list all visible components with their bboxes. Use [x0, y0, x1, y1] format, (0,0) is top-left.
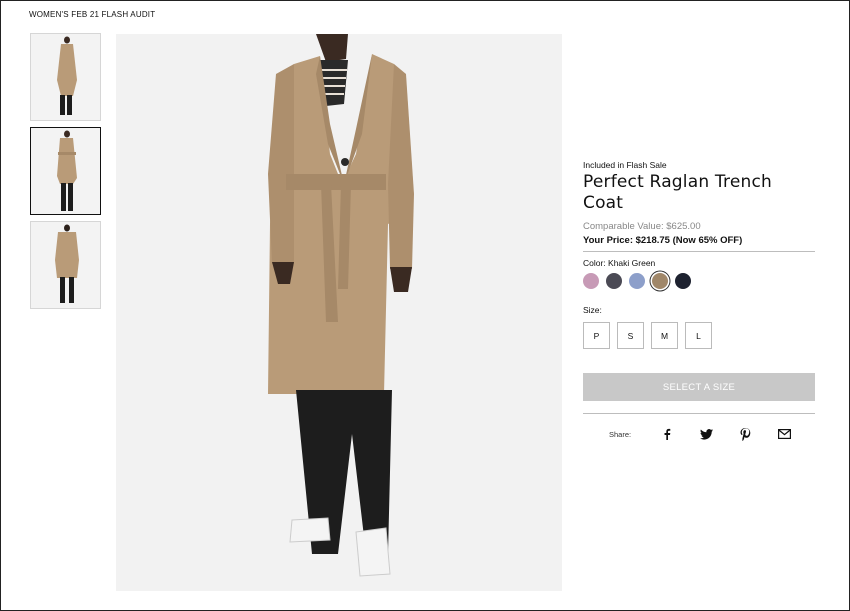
share-label: Share:	[609, 429, 632, 439]
color-swatch-periwinkle[interactable]	[629, 273, 645, 289]
color-swatch-navy[interactable]	[675, 273, 691, 289]
pinterest-icon[interactable]	[737, 426, 753, 442]
thumbnail-gallery	[30, 33, 101, 315]
main-product-image[interactable]	[116, 34, 562, 591]
select-size-button[interactable]: SELECT A SIZE	[583, 373, 815, 401]
product-title: Perfect Raglan Trench Coat	[583, 172, 772, 213]
product-details: Included in Flash Sale Perfect Raglan Tr…	[583, 160, 815, 442]
size-button-p[interactable]: P	[583, 322, 610, 349]
size-label: Size:	[583, 305, 602, 315]
size-button-l[interactable]: L	[685, 322, 712, 349]
divider	[583, 251, 815, 252]
thumbnail-image	[31, 128, 100, 214]
comparable-value: Comparable Value: $625.00	[583, 221, 701, 232]
your-price: Your Price: $218.75 (Now 65% OFF)	[583, 235, 743, 246]
thumbnail-1[interactable]	[30, 33, 101, 121]
color-swatch-mauve[interactable]	[583, 273, 599, 289]
thumbnail-image	[31, 34, 100, 120]
divider	[583, 413, 815, 414]
twitter-icon[interactable]	[698, 426, 714, 442]
breadcrumb[interactable]: WOMEN'S FEB 21 FLASH AUDIT	[29, 10, 155, 19]
thumbnail-2[interactable]	[30, 127, 101, 215]
color-label: Color: Khaki Green	[583, 258, 656, 268]
facebook-icon[interactable]	[659, 426, 675, 442]
color-swatch-khaki-green[interactable]	[652, 273, 668, 289]
trench-coat-photo	[116, 34, 562, 591]
thumbnail-image	[31, 222, 100, 308]
email-icon[interactable]	[776, 426, 792, 442]
flash-sale-label: Included in Flash Sale	[583, 160, 667, 170]
size-options: P S M L	[583, 322, 815, 349]
thumbnail-3[interactable]	[30, 221, 101, 309]
share-row: Share:	[583, 426, 815, 442]
size-button-m[interactable]: M	[651, 322, 678, 349]
size-button-s[interactable]: S	[617, 322, 644, 349]
color-swatch-charcoal[interactable]	[606, 273, 622, 289]
color-swatches	[583, 273, 815, 289]
